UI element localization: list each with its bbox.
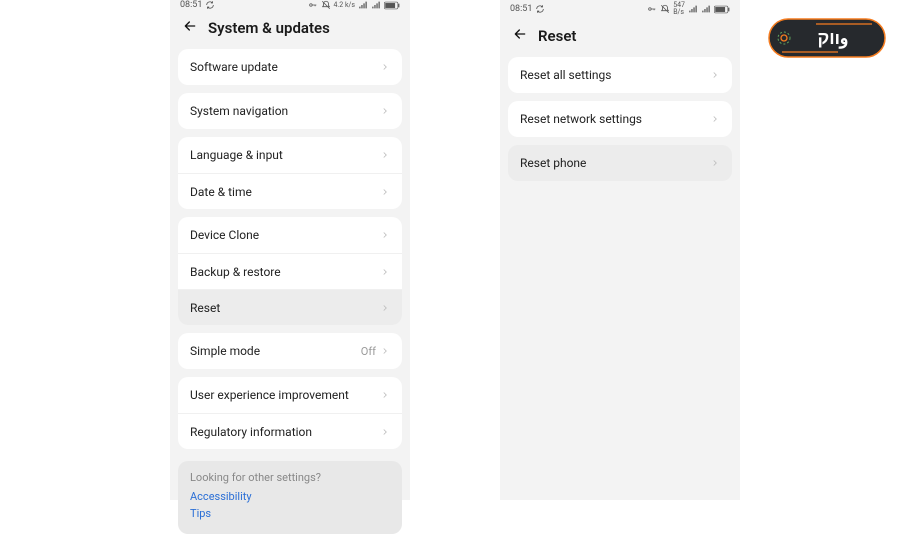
signal-icon bbox=[688, 4, 698, 14]
row-software-update[interactable]: Software update bbox=[178, 49, 402, 85]
row-system-navigation[interactable]: System navigation bbox=[178, 93, 402, 129]
key-icon bbox=[647, 4, 657, 14]
footer-hint: Looking for other settings? bbox=[190, 471, 390, 484]
group-reset-phone: Reset phone bbox=[508, 145, 732, 181]
row-label: Simple mode bbox=[190, 344, 260, 358]
group-device-backup-reset: Device Clone Backup & restore Reset bbox=[178, 217, 402, 325]
row-label: Reset bbox=[190, 301, 220, 315]
sync-icon bbox=[535, 4, 545, 14]
group-reset-all: Reset all settings bbox=[508, 57, 732, 93]
chevron-right-icon bbox=[710, 114, 720, 124]
sync-icon bbox=[205, 0, 215, 10]
row-device-clone[interactable]: Device Clone bbox=[178, 217, 402, 253]
status-time: 08:51 bbox=[510, 4, 532, 14]
footer-other-settings: Looking for other settings? Accessibilit… bbox=[178, 461, 402, 534]
phone-reset: 08:51 547B/s bbox=[500, 0, 740, 500]
chevron-right-icon bbox=[380, 303, 390, 313]
data-speed: 4.2 k/s bbox=[334, 2, 356, 9]
brand-logo: וקıو bbox=[768, 18, 886, 58]
key-icon bbox=[308, 0, 318, 10]
page-title: Reset bbox=[538, 27, 576, 45]
row-regulatory-info[interactable]: Regulatory information bbox=[178, 413, 402, 449]
chevron-right-icon bbox=[710, 70, 720, 80]
row-simple-mode[interactable]: Simple mode Off bbox=[178, 333, 402, 369]
row-reset[interactable]: Reset bbox=[178, 289, 402, 325]
mute-icon bbox=[660, 4, 670, 14]
chevron-right-icon bbox=[380, 106, 390, 116]
data-speed: 547B/s bbox=[673, 2, 685, 16]
row-label: Language & input bbox=[190, 148, 283, 162]
chevron-right-icon bbox=[380, 346, 390, 356]
settings-list: Software update System navigation Langua… bbox=[170, 49, 410, 534]
signal-icon bbox=[358, 0, 368, 10]
chevron-right-icon bbox=[710, 158, 720, 168]
row-label: Software update bbox=[190, 60, 278, 74]
row-label: Reset network settings bbox=[520, 112, 642, 126]
row-backup-restore[interactable]: Backup & restore bbox=[178, 253, 402, 289]
battery-icon bbox=[714, 5, 730, 14]
row-value: Off bbox=[361, 345, 376, 358]
page-title: System & updates bbox=[208, 19, 330, 37]
row-user-experience[interactable]: User experience improvement bbox=[178, 377, 402, 413]
chevron-right-icon bbox=[380, 150, 390, 160]
chevron-right-icon bbox=[380, 230, 390, 240]
group-simple-mode: Simple mode Off bbox=[178, 333, 402, 369]
chevron-right-icon bbox=[380, 390, 390, 400]
row-label: Date & time bbox=[190, 185, 252, 199]
row-label: Backup & restore bbox=[190, 265, 281, 279]
row-label: System navigation bbox=[190, 104, 288, 118]
signal-icon-2 bbox=[371, 0, 381, 10]
title-bar: System & updates bbox=[170, 10, 410, 49]
back-button[interactable] bbox=[512, 26, 528, 45]
chevron-right-icon bbox=[380, 62, 390, 72]
status-bar: 08:51 547B/s bbox=[500, 0, 740, 18]
reset-list: Reset all settings Reset network setting… bbox=[500, 57, 740, 181]
chevron-right-icon bbox=[380, 267, 390, 277]
row-label: User experience improvement bbox=[190, 388, 349, 402]
row-reset-network-settings[interactable]: Reset network settings bbox=[508, 101, 732, 137]
row-language-input[interactable]: Language & input bbox=[178, 137, 402, 173]
chevron-right-icon bbox=[380, 187, 390, 197]
row-label: Reset phone bbox=[520, 156, 586, 170]
phone-system-updates: 08:51 4.2 k/s bbox=[170, 0, 410, 500]
back-button[interactable] bbox=[182, 18, 198, 37]
chevron-right-icon bbox=[380, 427, 390, 437]
row-reset-phone[interactable]: Reset phone bbox=[508, 145, 732, 181]
status-bar: 08:51 4.2 k/s bbox=[170, 0, 410, 10]
group-language-date: Language & input Date & time bbox=[178, 137, 402, 209]
row-label: Device Clone bbox=[190, 228, 259, 242]
mute-icon bbox=[321, 0, 331, 10]
signal-icon-2 bbox=[701, 4, 711, 14]
link-tips[interactable]: Tips bbox=[190, 507, 390, 520]
link-accessibility[interactable]: Accessibility bbox=[190, 490, 390, 503]
row-label: Regulatory information bbox=[190, 425, 312, 439]
group-ux-regulatory: User experience improvement Regulatory i… bbox=[178, 377, 402, 449]
battery-icon bbox=[384, 1, 400, 10]
group-software-update: Software update bbox=[178, 49, 402, 85]
group-reset-network: Reset network settings bbox=[508, 101, 732, 137]
logo-text: וקıو bbox=[818, 28, 849, 49]
row-reset-all-settings[interactable]: Reset all settings bbox=[508, 57, 732, 93]
status-time: 08:51 bbox=[180, 0, 202, 10]
row-label: Reset all settings bbox=[520, 68, 611, 82]
group-system-navigation: System navigation bbox=[178, 93, 402, 129]
title-bar: Reset bbox=[500, 18, 740, 57]
row-date-time[interactable]: Date & time bbox=[178, 173, 402, 209]
